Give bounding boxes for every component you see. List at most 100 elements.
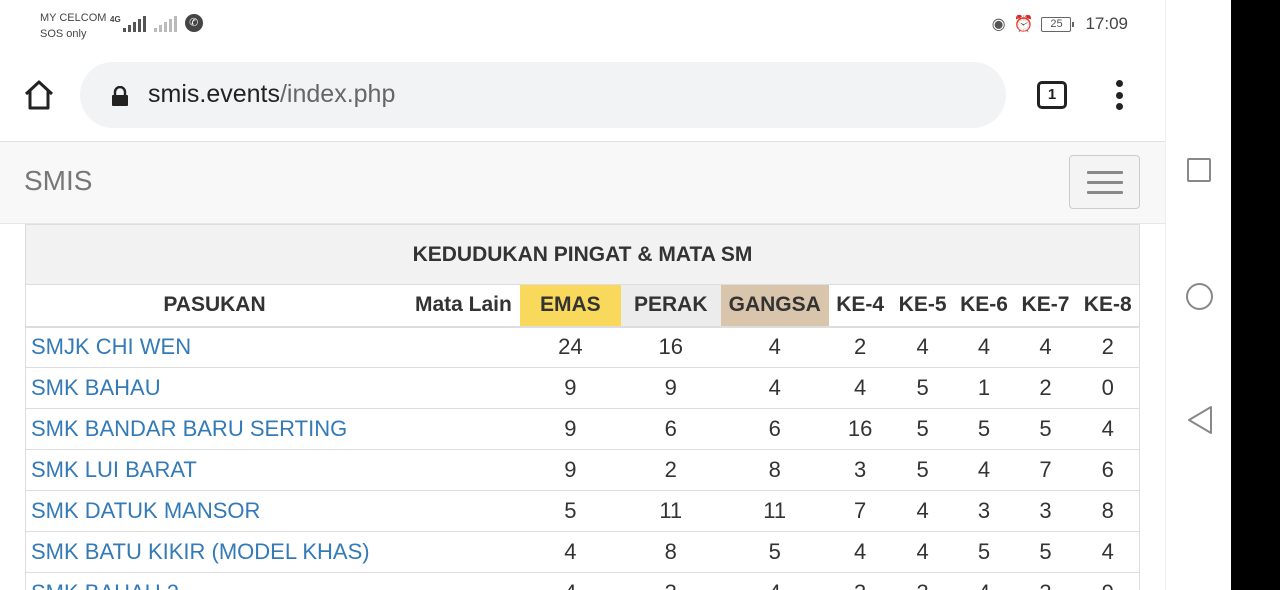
url-path: /index.php: [279, 80, 396, 108]
medal-count-cell: 4: [953, 449, 1015, 491]
medal-count-cell: 4: [720, 367, 829, 409]
medal-count-cell: 0: [1076, 367, 1141, 409]
table-header-row: PASUKAN Mata Lain EMAS PERAK GANGSA KE-4…: [24, 284, 1141, 328]
team-link[interactable]: SMK BAHAU: [24, 367, 403, 409]
header-gangsa: GANGSA: [720, 284, 829, 328]
url-host: smis.events: [148, 80, 280, 108]
no-signal-icon: [153, 16, 177, 32]
table-caption-row: KEDUDUKAN PINGAT & MATA SM: [25, 224, 1140, 285]
nav-toggle-button[interactable]: [1069, 155, 1140, 209]
site-navbar: SMIS: [0, 142, 1165, 224]
team-link[interactable]: SMK BAHAU 2: [24, 572, 403, 590]
alarm-icon: ⏰: [1013, 16, 1034, 33]
medal-count-cell: 4: [953, 326, 1015, 368]
team-link[interactable]: SMK BATU KIKIR (MODEL KHAS): [24, 531, 403, 573]
medal-count-cell: 9: [620, 367, 721, 409]
medal-count-cell: 7: [828, 490, 892, 532]
header-ke6: KE-6: [953, 284, 1015, 328]
table-row: SMK BATU KIKIR (MODEL KHAS) 4 8 5 4 4 5 5 4: [24, 531, 1141, 573]
medal-count-cell: 3: [953, 490, 1015, 532]
carrier-name: MY CELCOM: [40, 12, 107, 24]
header-pasukan: PASUKAN: [24, 284, 403, 328]
header-mata-lain: Mata Lain: [402, 284, 520, 328]
android-nav-rail: [1165, 0, 1231, 590]
medal-count-cell: 5: [1014, 408, 1077, 450]
medal-count-cell: 16: [828, 408, 892, 450]
screen-edge: [1231, 0, 1280, 590]
medal-count-cell: 3: [828, 449, 892, 491]
medal-count-cell: 2: [620, 449, 721, 491]
more-menu-icon[interactable]: [1112, 80, 1126, 110]
mata-lain-cell: [402, 531, 520, 573]
recent-apps-icon[interactable]: [1187, 158, 1211, 182]
medal-count-cell: 5: [519, 490, 621, 532]
table-row: SMK DATUK MANSOR 5 11 11 7 4 3 3 8: [24, 490, 1141, 532]
tab-switcher-icon[interactable]: 1: [1037, 81, 1067, 109]
table-row: SMK BAHAU 9 9 4 4 5 1 2 0: [24, 367, 1141, 409]
medal-count-cell: 5: [891, 367, 954, 409]
medal-count-cell: 5: [953, 531, 1015, 573]
header-ke7: KE-7: [1014, 284, 1077, 328]
address-bar[interactable]: smis.events/index.php: [80, 62, 1006, 128]
medal-count-cell: 1: [953, 367, 1015, 409]
signal-icon: [122, 16, 146, 32]
medal-count-cell: 9: [519, 408, 621, 450]
medal-count-cell: 4: [519, 572, 621, 590]
signal-group: 4G ✆: [110, 14, 203, 32]
medal-count-cell: 3: [828, 572, 892, 590]
home-circle-icon[interactable]: [1186, 283, 1213, 310]
team-link[interactable]: SMK LUI BARAT: [24, 449, 403, 491]
battery-icon: 25: [1041, 16, 1075, 32]
call-icon: ✆: [184, 14, 203, 32]
mata-lain-cell: [402, 449, 520, 491]
home-icon[interactable]: [22, 78, 56, 112]
team-link[interactable]: SMJK CHI WEN: [24, 326, 403, 368]
medal-count-cell: 3: [1014, 572, 1077, 590]
table-row: SMJK CHI WEN 24 16 4 2 4 4 4 2: [24, 326, 1141, 368]
mata-lain-cell: [402, 490, 520, 532]
battery-level: 25: [1050, 17, 1063, 30]
team-link[interactable]: SMK DATUK MANSOR: [24, 490, 403, 532]
status-bar: MY CELCOM SOS only 4G ✆ ◉ ⏰ 25 17:09: [0, 0, 1165, 50]
carrier-sub: SOS only: [40, 28, 87, 40]
header-ke8: KE-8: [1076, 284, 1141, 328]
header-ke5: KE-5: [891, 284, 954, 328]
medal-count-cell: 4: [1076, 531, 1141, 573]
medal-count-cell: 8: [1076, 490, 1141, 532]
table-caption: KEDUDUKAN PINGAT & MATA SM: [25, 224, 1140, 285]
clock: 17:09: [1085, 14, 1128, 33]
medal-count-cell: 6: [720, 408, 829, 450]
brand-logo[interactable]: SMIS: [24, 165, 92, 197]
medal-count-cell: 4: [519, 531, 621, 573]
url-text[interactable]: smis.events/index.php: [148, 80, 395, 109]
header-ke4: KE-4: [828, 284, 892, 328]
medal-count-cell: 16: [620, 326, 721, 368]
carrier-info: MY CELCOM SOS only: [40, 10, 106, 42]
medal-count-cell: 4: [828, 367, 892, 409]
medal-count-cell: 5: [953, 408, 1015, 450]
medal-count-cell: 7: [1014, 449, 1077, 491]
medal-count-cell: 4: [891, 490, 954, 532]
medal-count-cell: 5: [891, 449, 954, 491]
back-icon[interactable]: [1186, 405, 1214, 435]
eye-comfort-icon: ◉: [991, 16, 1006, 33]
mata-lain-cell: [402, 572, 520, 590]
table-row: SMK BAHAU 243433439: [24, 572, 1141, 590]
mata-lain-cell: [402, 326, 520, 368]
medal-count-cell: 4: [720, 326, 829, 368]
medal-count-cell: 5: [720, 531, 829, 573]
lock-icon[interactable]: [110, 86, 130, 106]
network-type: 4G: [110, 15, 121, 24]
medal-count-cell: 4: [720, 572, 829, 590]
medal-count-cell: 2: [828, 326, 892, 368]
table-row: SMK BANDAR BARU SERTING 9 6 6 16 5 5 5 4: [24, 408, 1141, 450]
medal-count-cell: 3: [1014, 490, 1077, 532]
medal-count-cell: 4: [1076, 408, 1141, 450]
medal-count-cell: 4: [953, 572, 1015, 590]
medal-count-cell: 24: [519, 326, 621, 368]
medal-count-cell: 5: [1014, 531, 1077, 573]
medal-count-cell: 3: [620, 572, 721, 590]
medal-count-cell: 9: [519, 449, 621, 491]
team-link[interactable]: SMK BANDAR BARU SERTING: [24, 408, 403, 450]
header-emas: EMAS: [519, 284, 621, 328]
